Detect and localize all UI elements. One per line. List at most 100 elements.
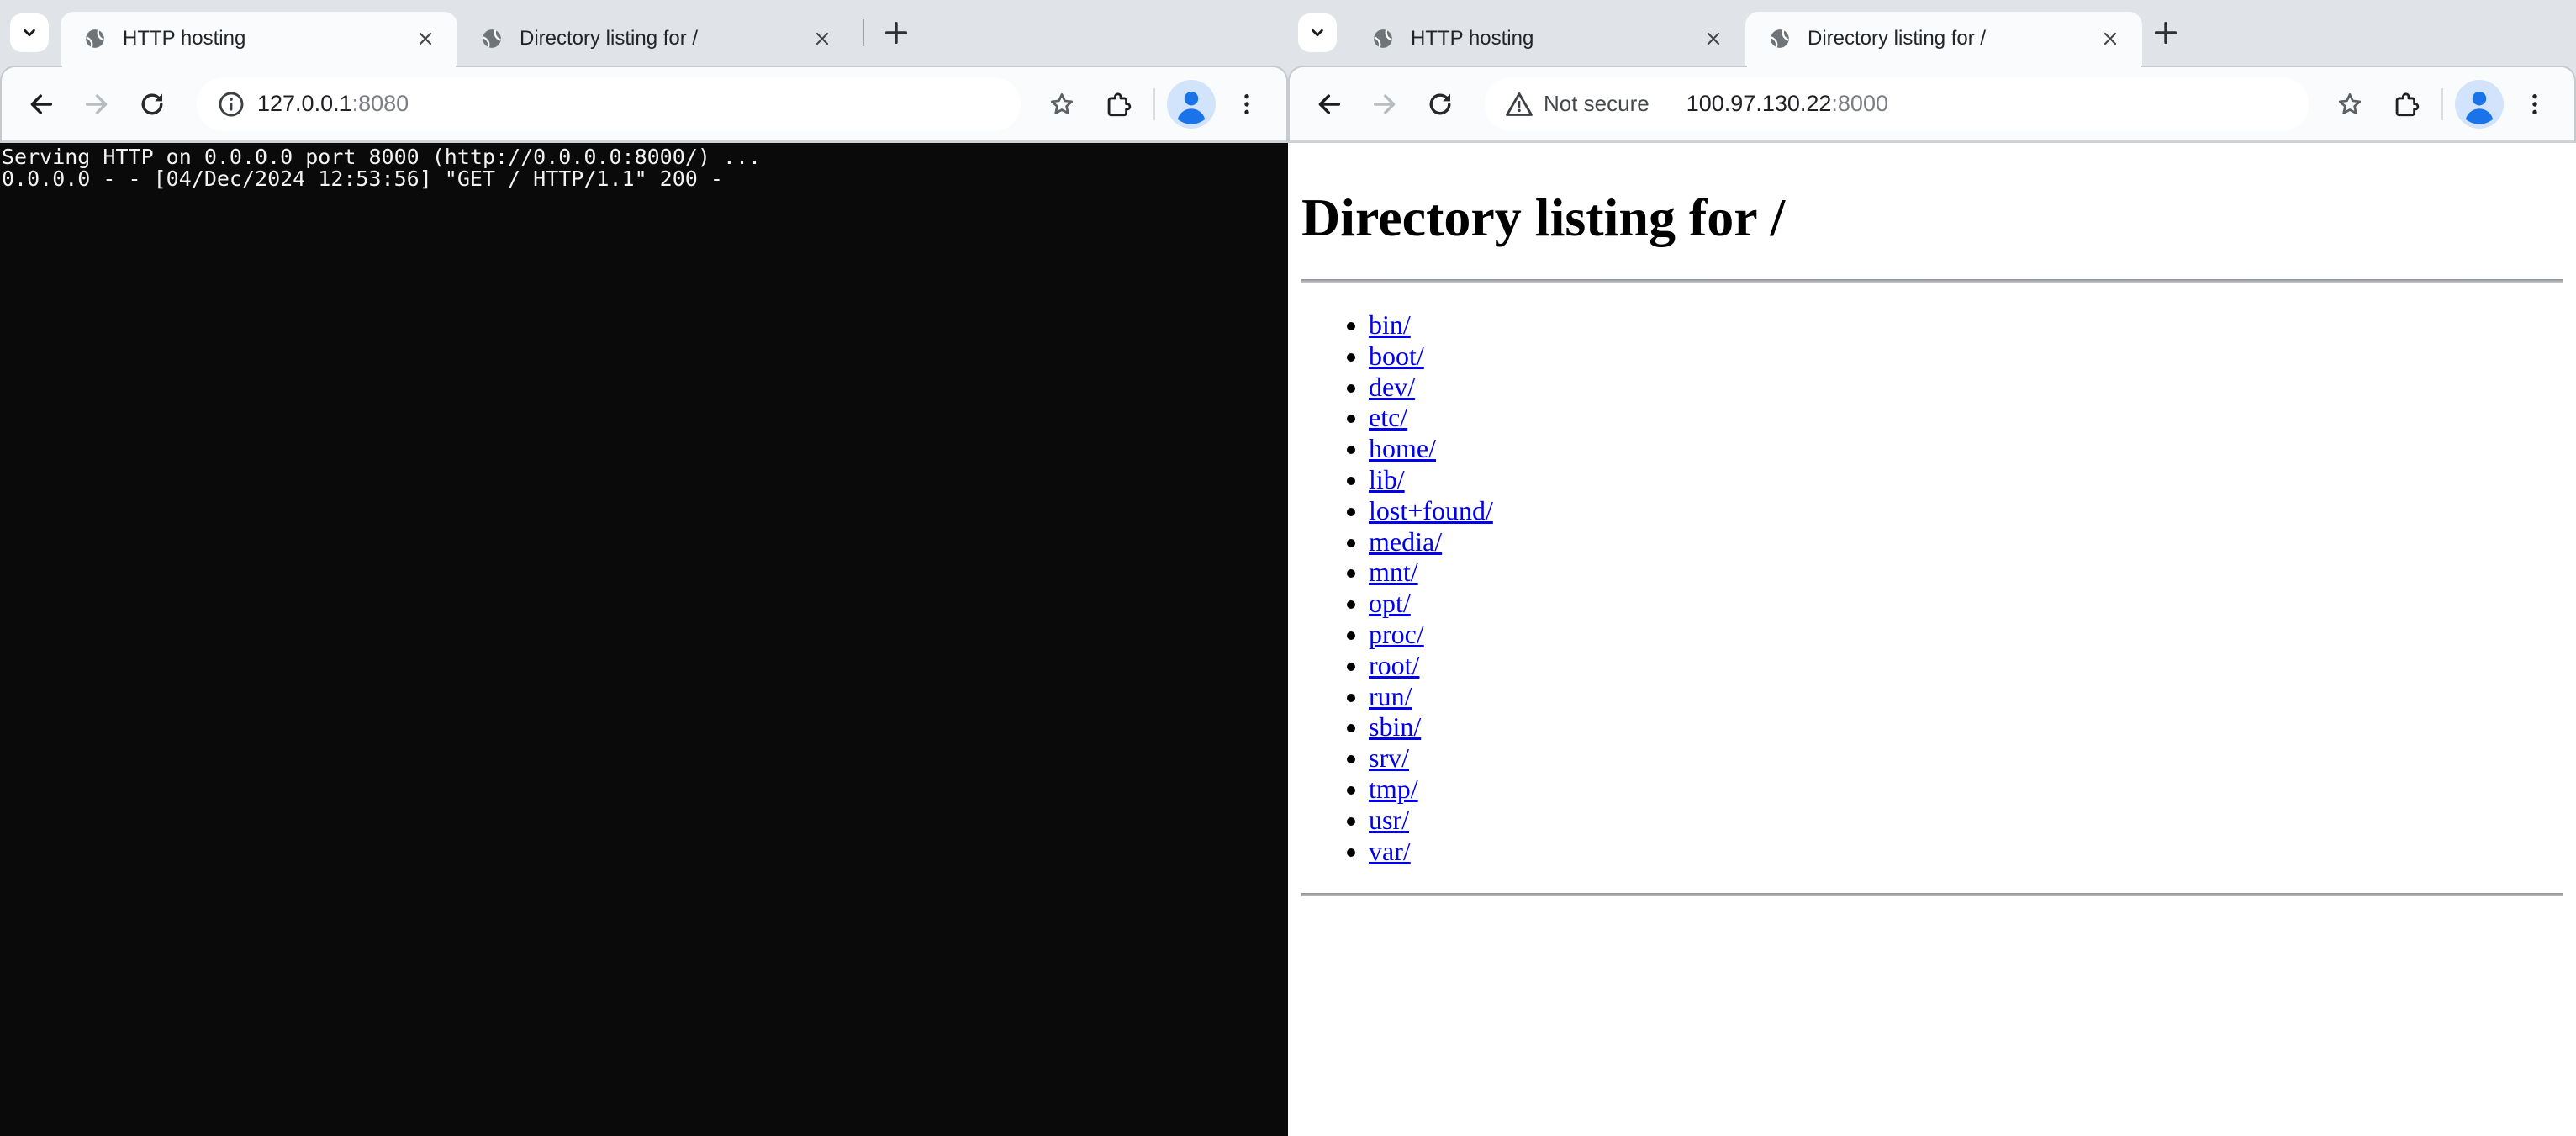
tab-title: Directory listing for /	[520, 27, 799, 50]
tab-http-hosting[interactable]: HTTP hosting	[61, 12, 457, 66]
url-host: 100.97.130.22	[1687, 91, 1832, 116]
not-secure-label: Not secure	[1544, 91, 1650, 117]
list-item: media/	[1369, 526, 2563, 557]
tab-title: Directory listing for /	[1808, 27, 2087, 50]
desktop: HTTP hosting Directory listing for / 127…	[0, 0, 2576, 1136]
person-icon	[2455, 80, 2504, 129]
terminal-page: Serving HTTP on 0.0.0.0 port 8000 (http:…	[0, 143, 1288, 1136]
directory-link[interactable]: lost+found/	[1369, 495, 1493, 526]
tab-strip: HTTP hosting Directory listing for /	[0, 0, 1288, 66]
arrow-right-icon	[1370, 90, 1399, 119]
divider	[1301, 279, 2563, 283]
toolbar-separator	[1153, 88, 1155, 120]
extensions-button[interactable]	[1095, 82, 1140, 127]
directory-link[interactable]: tmp/	[1369, 774, 1418, 804]
list-item: tmp/	[1369, 774, 2563, 805]
address-bar[interactable]: 127.0.0.1:8080	[197, 77, 1021, 131]
directory-listing-page: Directory listing for / bin/boot/dev/etc…	[1288, 143, 2576, 1136]
list-item: etc/	[1369, 402, 2563, 433]
directory-link[interactable]: lib/	[1369, 464, 1405, 494]
browser-menu-button[interactable]	[1224, 82, 1270, 127]
directory-link[interactable]: media/	[1369, 526, 1442, 557]
reload-button[interactable]	[129, 82, 175, 127]
tab-search-button[interactable]	[10, 13, 49, 52]
directory-link[interactable]: opt/	[1369, 588, 1411, 618]
back-button[interactable]	[18, 82, 64, 127]
close-icon[interactable]	[410, 24, 441, 54]
directory-link[interactable]: srv/	[1369, 742, 1409, 773]
address-bar[interactable]: Not secure 100.97.130.22:8000	[1485, 77, 2309, 131]
url-port: :8080	[352, 91, 409, 116]
bookmark-button[interactable]	[1039, 82, 1085, 127]
tab-directory-listing[interactable]: Directory listing for /	[1745, 12, 2142, 66]
divider	[1301, 893, 2563, 896]
three-dot-menu-icon	[2521, 90, 2549, 119]
tab-title: HTTP hosting	[1411, 27, 1690, 50]
list-item: run/	[1369, 681, 2563, 712]
browser-window-left: HTTP hosting Directory listing for / 127…	[0, 0, 1288, 1136]
arrow-left-icon	[27, 90, 55, 119]
puzzle-icon	[2391, 90, 2420, 119]
browser-window-right: HTTP hosting Directory listing for / Not…	[1288, 0, 2576, 1136]
directory-link[interactable]: run/	[1369, 681, 1412, 711]
page-title: Directory listing for /	[1301, 187, 2563, 249]
back-button[interactable]	[1306, 82, 1352, 127]
directory-link[interactable]: proc/	[1369, 619, 1424, 649]
tab-http-hosting[interactable]: HTTP hosting	[1349, 12, 1745, 66]
list-item: lib/	[1369, 464, 2563, 495]
directory-link[interactable]: etc/	[1369, 402, 1407, 432]
directory-link[interactable]: dev/	[1369, 372, 1415, 402]
list-item: proc/	[1369, 619, 2563, 650]
directory-link[interactable]: home/	[1369, 433, 1436, 463]
list-item: var/	[1369, 836, 2563, 867]
new-tab-button[interactable]	[2142, 9, 2189, 56]
forward-button[interactable]	[74, 82, 119, 127]
directory-link[interactable]: boot/	[1369, 341, 1424, 371]
forward-button[interactable]	[1362, 82, 1407, 127]
toolbar: 127.0.0.1:8080	[0, 66, 1288, 143]
chevron-down-icon	[1306, 22, 1328, 44]
arrow-right-icon	[82, 90, 111, 119]
directory-link[interactable]: usr/	[1369, 805, 1409, 835]
warning-triangle-icon[interactable]	[1505, 90, 1533, 119]
directory-link[interactable]: var/	[1369, 836, 1411, 866]
list-item: home/	[1369, 433, 2563, 464]
chevron-down-icon	[18, 22, 40, 44]
list-item: dev/	[1369, 372, 2563, 403]
list-item: lost+found/	[1369, 495, 2563, 526]
browser-menu-button[interactable]	[2512, 82, 2558, 127]
close-icon[interactable]	[2095, 24, 2125, 54]
new-tab-button[interactable]	[873, 9, 920, 56]
reload-icon	[138, 90, 166, 119]
list-item: srv/	[1369, 742, 2563, 774]
info-icon[interactable]	[217, 90, 245, 119]
terminal-line: 0.0.0.0 - - [04/Dec/2024 12:53:56] "GET …	[2, 168, 1288, 190]
tab-divider	[863, 19, 864, 46]
directory-link[interactable]: sbin/	[1369, 711, 1421, 742]
directory-link[interactable]: bin/	[1369, 309, 1411, 340]
puzzle-icon	[1103, 90, 1132, 119]
profile-avatar-button[interactable]	[2455, 80, 2504, 129]
three-dot-menu-icon	[1233, 90, 1261, 119]
list-item: opt/	[1369, 588, 2563, 619]
url-text: 100.97.130.22:8000	[1687, 91, 1888, 117]
list-item: root/	[1369, 650, 2563, 681]
directory-link[interactable]: root/	[1369, 650, 1419, 680]
terminal-line: Serving HTTP on 0.0.0.0 port 8000 (http:…	[2, 146, 1288, 168]
globe-icon	[1769, 28, 1791, 50]
list-item: sbin/	[1369, 711, 2563, 742]
globe-icon	[84, 28, 106, 50]
tab-strip: HTTP hosting Directory listing for /	[1288, 0, 2576, 66]
close-icon[interactable]	[1698, 24, 1729, 54]
toolbar: Not secure 100.97.130.22:8000	[1288, 66, 2576, 143]
extensions-button[interactable]	[2383, 82, 2428, 127]
plus-icon	[882, 18, 911, 47]
profile-avatar-button[interactable]	[1167, 80, 1216, 129]
directory-link[interactable]: mnt/	[1369, 557, 1418, 587]
tab-search-button[interactable]	[1298, 13, 1337, 52]
bookmark-button[interactable]	[2327, 82, 2373, 127]
tab-directory-listing[interactable]: Directory listing for /	[457, 12, 854, 66]
list-item: boot/	[1369, 341, 2563, 372]
reload-button[interactable]	[1417, 82, 1463, 127]
close-icon[interactable]	[807, 24, 837, 54]
